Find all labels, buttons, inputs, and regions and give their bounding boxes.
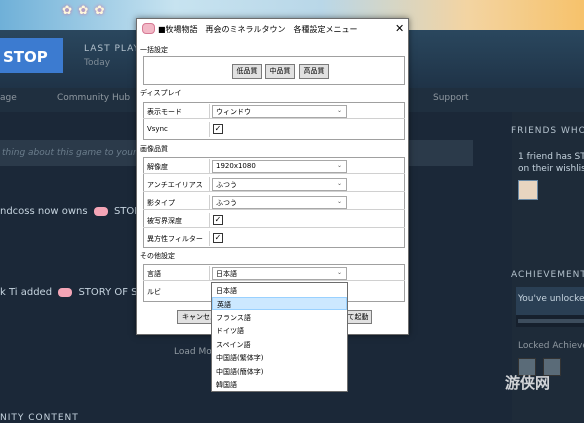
chevron-down-icon: ⌄ bbox=[336, 198, 342, 205]
depth-of-field-checkbox[interactable]: ✓ bbox=[213, 215, 223, 225]
language-option[interactable]: 中国語(繁体字) bbox=[212, 351, 347, 364]
last-played-label: LAST PLAY bbox=[84, 44, 141, 54]
language-value: 日本語 bbox=[216, 270, 237, 278]
achievements-text: You've unlocked bbox=[518, 294, 584, 304]
section-label-other: その他設定 bbox=[140, 252, 175, 260]
vsync-row: Vsync ✓ bbox=[143, 122, 405, 137]
resolution-select[interactable]: 1920x1080 ⌄ bbox=[212, 160, 347, 173]
nav-item-storage[interactable]: age bbox=[0, 93, 17, 103]
feed-user[interactable]: ndcoss now owns bbox=[0, 206, 88, 217]
anisotropic-checkbox[interactable]: ✓ bbox=[213, 233, 223, 243]
ruby-label: ルビ bbox=[147, 288, 161, 296]
game-icon bbox=[58, 287, 73, 297]
section-label-quality: 画像品質 bbox=[140, 145, 168, 153]
dialog-titlebar[interactable]: ■牧場物語 再会のミネラルタウン 各種設定メニュー ✕ bbox=[137, 19, 408, 39]
shadow-type-select[interactable]: ふつう ⌄ bbox=[212, 196, 347, 209]
friends-text: 1 friend has STO bbox=[518, 152, 584, 162]
language-option[interactable]: 日本語 bbox=[212, 284, 347, 297]
language-row: 言語 日本語 ⌄ bbox=[143, 266, 405, 281]
friends-text: on their wishlist bbox=[518, 164, 584, 174]
anisotropic-row: 異方性フィルター ✓ bbox=[143, 231, 405, 246]
launch-button[interactable]: て起動 bbox=[344, 310, 372, 324]
language-option[interactable]: スペイン語 bbox=[212, 338, 347, 351]
resolution-value: 1920x1080 bbox=[216, 162, 256, 170]
language-select[interactable]: 日本語 ⌄ bbox=[212, 267, 347, 280]
shadow-type-row: 影タイプ ふつう ⌄ bbox=[143, 195, 405, 210]
chevron-down-icon: ⌄ bbox=[336, 269, 342, 276]
banner-logo: ✿ ✿ ✿ bbox=[62, 3, 106, 17]
nav-item-support[interactable]: Support bbox=[433, 93, 469, 103]
vsync-label: Vsync bbox=[147, 125, 168, 133]
section-label-bulk: 一括設定 bbox=[140, 46, 168, 54]
high-quality-button[interactable]: 高品質 bbox=[299, 64, 329, 79]
language-dropdown-list: 日本語 英語 フランス語 ドイツ語 スペイン語 中国語(繁体字) 中国語(簡体字… bbox=[211, 282, 348, 392]
language-label: 言語 bbox=[147, 270, 161, 278]
stop-button[interactable]: STOP bbox=[0, 38, 63, 73]
nav-item-community-hub[interactable]: Community Hub bbox=[57, 93, 130, 103]
resolution-label: 解像度 bbox=[147, 163, 168, 171]
language-option[interactable]: フランス語 bbox=[212, 311, 347, 324]
activity-feed-item: k Ti added STORY OF SEAS bbox=[0, 287, 157, 298]
low-quality-button[interactable]: 低品質 bbox=[232, 64, 262, 79]
display-mode-row: 表示モード ウィンドウ ⌄ bbox=[143, 104, 405, 119]
depth-of-field-row: 被写界深度 ✓ bbox=[143, 213, 405, 228]
antialias-select[interactable]: ふつう ⌄ bbox=[212, 178, 347, 191]
chevron-down-icon: ⌄ bbox=[336, 162, 342, 169]
locked-achievements-heading: Locked Achieve bbox=[518, 341, 584, 351]
display-mode-select[interactable]: ウィンドウ ⌄ bbox=[212, 105, 347, 118]
bulk-settings-group: 低品質 中品質 高品質 bbox=[143, 56, 405, 85]
shadow-type-label: 影タイプ bbox=[147, 199, 175, 207]
watermark: 游侠网 bbox=[505, 374, 551, 392]
display-mode-label: 表示モード bbox=[147, 108, 182, 116]
language-option[interactable]: 韓国語 bbox=[212, 378, 347, 391]
vsync-checkbox[interactable]: ✓ bbox=[213, 124, 223, 134]
shadow-type-value: ふつう bbox=[216, 199, 237, 207]
feed-user[interactable]: k Ti added bbox=[0, 287, 52, 298]
antialias-label: アンチエイリアス bbox=[147, 181, 203, 189]
depth-of-field-label: 被写界深度 bbox=[147, 217, 182, 225]
dialog-title: ■牧場物語 再会のミネラルタウン 各種設定メニュー bbox=[158, 25, 358, 34]
close-icon[interactable]: ✕ bbox=[395, 22, 404, 35]
chevron-down-icon: ⌄ bbox=[336, 107, 342, 114]
achievement-progress-bar bbox=[516, 315, 584, 327]
anisotropic-label: 異方性フィルター bbox=[147, 235, 203, 243]
section-label-display: ディスプレイ bbox=[140, 89, 182, 97]
game-icon bbox=[93, 206, 108, 216]
load-more-button[interactable]: Load Mo bbox=[174, 347, 212, 357]
friends-heading: FRIENDS WHO bbox=[511, 126, 584, 136]
resolution-row: 解像度 1920x1080 ⌄ bbox=[143, 159, 405, 174]
app-icon bbox=[142, 23, 155, 34]
language-option[interactable]: ドイツ語 bbox=[212, 324, 347, 337]
achievements-heading: ACHIEVEMENT bbox=[511, 270, 584, 280]
antialias-value: ふつう bbox=[216, 181, 237, 189]
chevron-down-icon: ⌄ bbox=[336, 180, 342, 187]
medium-quality-button[interactable]: 中品質 bbox=[265, 64, 295, 79]
friend-avatar[interactable] bbox=[518, 180, 538, 200]
display-mode-value: ウィンドウ bbox=[216, 108, 251, 116]
last-played-value: Today bbox=[84, 58, 111, 68]
antialias-row: アンチエイリアス ふつう ⌄ bbox=[143, 177, 405, 192]
language-option[interactable]: 中国語(簡体字) bbox=[212, 365, 347, 378]
achievement-progress-box: You've unlocked bbox=[516, 287, 584, 315]
language-option-highlighted[interactable]: 英語 bbox=[212, 297, 347, 310]
